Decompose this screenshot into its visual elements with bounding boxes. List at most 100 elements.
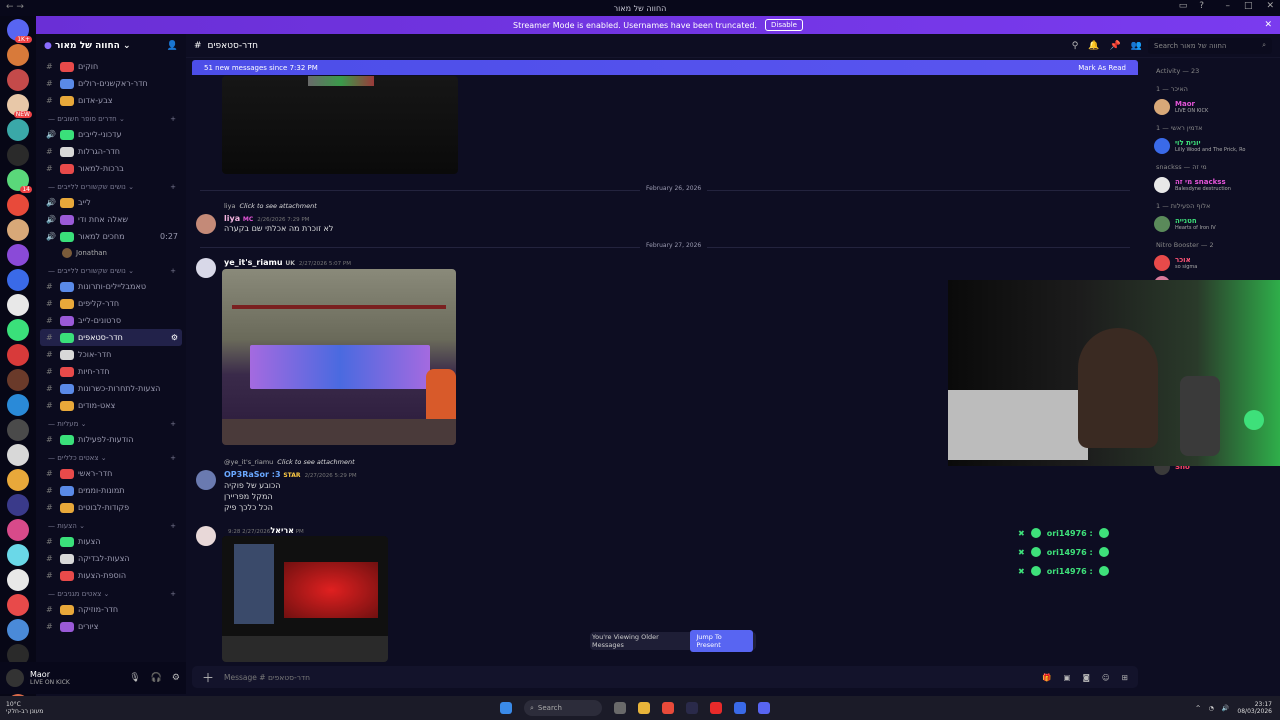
channel-category[interactable]: — מעליות ⌄ + <box>40 416 182 431</box>
channel-item[interactable]: # חדר-קליפים <box>40 295 182 312</box>
threads-icon[interactable]: ⚲ <box>1072 41 1079 51</box>
server-icon[interactable] <box>7 144 29 166</box>
channel-item[interactable]: # צאט-מודים <box>40 397 182 414</box>
gif-icon[interactable]: ▣ <box>1064 673 1071 682</box>
add-member-icon[interactable]: 👤 <box>167 41 178 51</box>
add-channel-icon[interactable]: + <box>170 183 176 191</box>
channel-item[interactable]: # חדר-הגרלות <box>40 143 182 160</box>
channel-item[interactable]: # הודעות-לפעילות <box>40 431 182 448</box>
obs-icon[interactable] <box>710 702 722 714</box>
server-icon[interactable] <box>7 569 29 591</box>
server-icon[interactable] <box>7 119 29 141</box>
add-channel-icon[interactable]: + <box>170 115 176 123</box>
app-icon[interactable] <box>734 702 746 714</box>
add-channel-icon[interactable]: + <box>170 522 176 530</box>
search-input[interactable]: Search החווה של מאור ⌕ <box>1148 37 1272 54</box>
server-icon[interactable] <box>7 369 29 391</box>
back-forward-icon[interactable]: ← → <box>6 2 24 12</box>
channel-item[interactable]: # חדר-ראקשנים-רולים <box>40 75 182 92</box>
message-author[interactable]: ye_it's_riamu UK 2/27/2026 5:07 PM <box>224 258 351 267</box>
channel-item[interactable]: # סרטונים-לייב <box>40 312 182 329</box>
server-icon[interactable]: 1K+ <box>7 19 32 43</box>
channel-settings-icon[interactable]: ⚙ <box>171 333 182 342</box>
disable-streamer-mode-button[interactable]: Disable <box>765 19 803 31</box>
banner-close-icon[interactable]: ✕ <box>1264 20 1272 30</box>
server-icon[interactable] <box>7 544 29 566</box>
emoji-icon[interactable]: ☺ <box>1102 673 1110 682</box>
server-icon[interactable] <box>7 519 29 541</box>
tray-chevron-icon[interactable]: ^ <box>1196 705 1201 712</box>
headphones-icon[interactable]: 🎧 <box>151 673 162 683</box>
avatar[interactable] <box>196 258 216 278</box>
jump-to-present-button[interactable]: Jump To Present <box>690 630 753 652</box>
channel-category[interactable]: — חדרים סופר חשובים ⌄ + <box>40 111 182 126</box>
setup-image-desk[interactable] <box>222 269 456 445</box>
channel-item[interactable]: # חוקים <box>40 58 182 75</box>
server-icon[interactable]: NEW <box>7 94 32 118</box>
minimize-button[interactable]: – <box>1225 1 1230 11</box>
avatar[interactable] <box>196 214 216 234</box>
member-item[interactable]: יונית לוי Lilly Wood and The Prick, Ro <box>1146 135 1280 156</box>
inbox-icon[interactable]: ▭ <box>1179 1 1188 11</box>
channel-item[interactable]: # חדר-מוזיקה <box>40 601 182 618</box>
channel-item[interactable]: 🔊 מחכים למאור 0:27 <box>40 228 182 245</box>
avatar[interactable] <box>6 669 24 687</box>
gift-icon[interactable]: 🎁 <box>1042 673 1051 682</box>
server-icon[interactable] <box>7 69 29 91</box>
member-item[interactable]: מי זה snackss Balesdyne destruction <box>1146 174 1280 195</box>
steam-icon[interactable] <box>686 702 698 714</box>
message-author[interactable]: OP3RaSor :3 STAR 2/27/2026 5:29 PM <box>224 470 357 479</box>
member-item[interactable]: Maor LIVE ON KICK <box>1146 96 1280 117</box>
channel-item[interactable]: # חדר-ראשי <box>40 465 182 482</box>
help-icon[interactable]: ? <box>1199 1 1204 11</box>
volume-icon[interactable]: 🔊 <box>1222 705 1229 712</box>
server-icon[interactable] <box>7 194 29 216</box>
channel-item[interactable]: # ברכות-למאור <box>40 160 182 177</box>
server-icon[interactable] <box>7 344 29 366</box>
server-icon[interactable] <box>7 319 29 341</box>
reply-preview[interactable]: @ye_it's_riamu Click to see attachment <box>224 458 355 466</box>
channel-item[interactable]: 🔊 עדכוני-לייבים <box>40 126 182 143</box>
setup-image-top[interactable] <box>222 76 458 174</box>
discord-icon[interactable] <box>758 702 770 714</box>
mark-as-read-button[interactable]: Mark As Read <box>1078 64 1126 72</box>
server-icon[interactable] <box>7 594 29 616</box>
members-icon[interactable]: 👥 <box>1131 41 1142 51</box>
bell-icon[interactable]: 🔔 <box>1088 41 1099 51</box>
channel-item[interactable]: 🔊 לייב <box>40 194 182 211</box>
channel-item[interactable]: # ציורים <box>40 618 182 635</box>
channel-item[interactable]: # חדר-אוכל <box>40 346 182 363</box>
apps-icon[interactable]: ⊞ <box>1122 673 1128 682</box>
add-attachment-icon[interactable]: ＋ <box>202 669 214 686</box>
server-icon[interactable] <box>7 469 29 491</box>
message-author[interactable]: liya MC 2/26/2026 7:29 PM <box>224 214 309 223</box>
taskbar-search[interactable]: ⌕ Search <box>524 700 602 716</box>
server-icon[interactable] <box>7 394 29 416</box>
channel-item[interactable]: # תמונות-וממים <box>40 482 182 499</box>
add-channel-icon[interactable]: + <box>170 454 176 462</box>
member-item[interactable]: אוכר so sigma <box>1146 252 1280 273</box>
close-button[interactable]: ✕ <box>1266 1 1274 11</box>
channel-item[interactable]: # פקודות-לבוטים <box>40 499 182 516</box>
channel-category[interactable]: — נושים שקשורים ללייבים ⌄ + <box>40 179 182 194</box>
settings-gear-icon[interactable]: ⚙ <box>172 673 180 683</box>
member-item[interactable]: חטנייה Hearts of Iron IV <box>1146 213 1280 234</box>
channel-item[interactable]: # צבע-אדום <box>40 92 182 109</box>
network-icon[interactable]: ◔ <box>1209 705 1214 712</box>
reply-preview[interactable]: liya Click to see attachment <box>224 202 317 210</box>
channel-category[interactable]: — הצעות ⌄ + <box>40 518 182 533</box>
channel-category[interactable]: — נושים שקשורים ללייבים ⌄ + <box>40 263 182 278</box>
setup-image-red-monitor[interactable] <box>222 536 388 662</box>
channel-category[interactable]: — צאטים מגניבים ⌄ + <box>40 586 182 601</box>
weather-widget[interactable]: 10°C מעונן רב-חלקי <box>6 701 43 715</box>
channel-item[interactable]: # חדר-סטאפים ⚙ <box>40 329 182 346</box>
add-channel-icon[interactable]: + <box>170 420 176 428</box>
server-header[interactable]: ● החווה של מאור ⌄ 👤 <box>36 34 186 58</box>
channel-item[interactable]: # הצעות <box>40 533 182 550</box>
server-icon[interactable] <box>7 44 29 66</box>
start-icon[interactable] <box>500 702 512 714</box>
channel-item[interactable]: # הצעות-לבדיקה <box>40 550 182 567</box>
server-icon[interactable] <box>7 419 29 441</box>
pin-icon[interactable]: 📌 <box>1110 41 1121 51</box>
clock[interactable]: 23:17 08/03/2026 <box>1237 701 1272 715</box>
